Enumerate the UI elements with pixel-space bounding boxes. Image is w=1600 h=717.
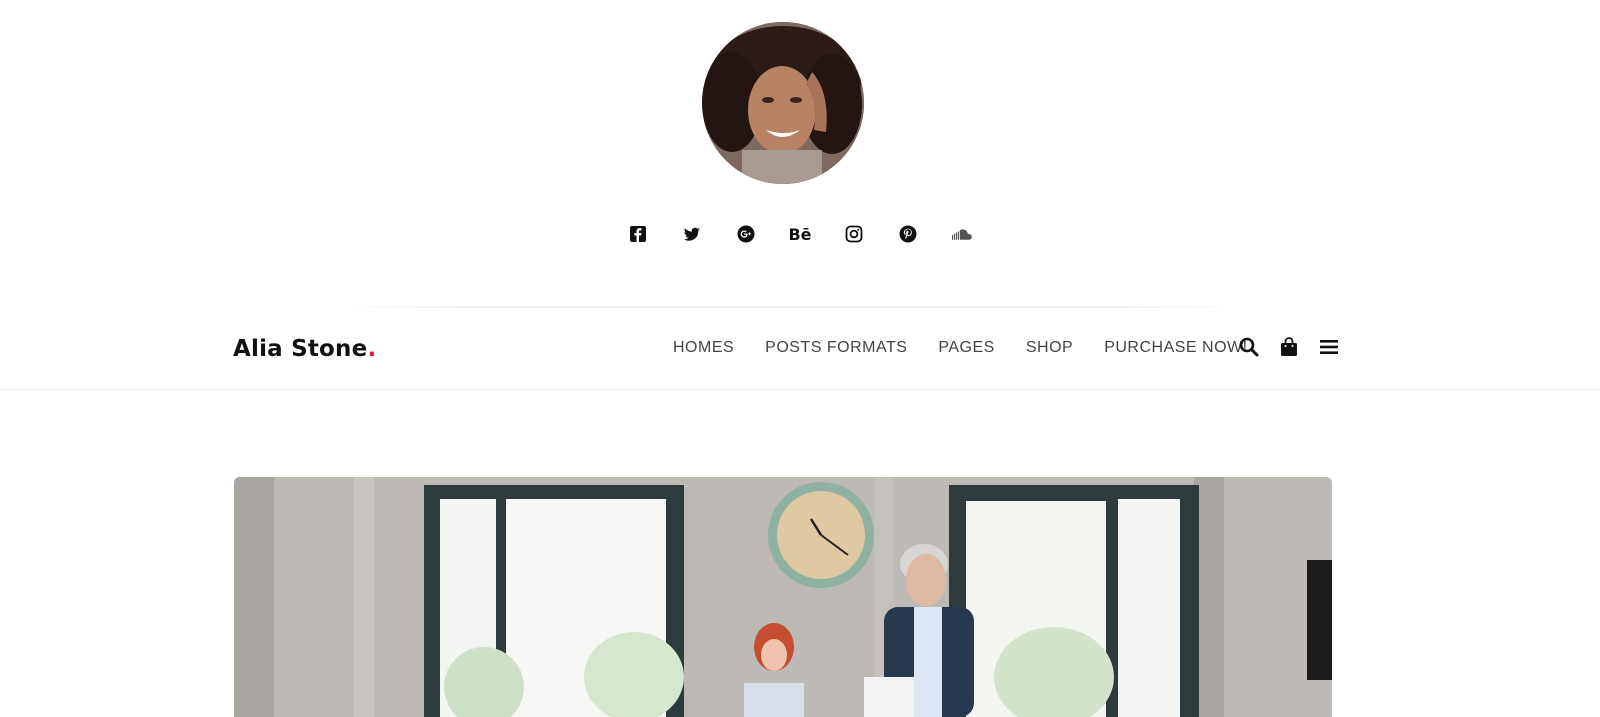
soundcloud-icon[interactable]	[950, 222, 974, 246]
main-nav: HOMES POSTS FORMATS PAGES SHOP PURCHASE …	[673, 339, 1248, 357]
profile-avatar	[702, 22, 864, 184]
pinterest-icon[interactable]	[896, 222, 920, 246]
nav-item-homes[interactable]: HOMES	[673, 339, 734, 357]
logo-dot: .	[367, 336, 377, 362]
nav-item-shop[interactable]: SHOP	[1026, 339, 1073, 357]
google-plus-icon[interactable]	[734, 222, 758, 246]
social-links: Bē	[0, 222, 1600, 246]
nav-item-pages[interactable]: PAGES	[938, 339, 994, 357]
site-logo[interactable]: Alia Stone.	[233, 336, 376, 362]
menu-icon[interactable]	[1318, 336, 1340, 358]
header-tools	[1238, 336, 1340, 358]
logo-text: Alia Stone	[233, 336, 368, 362]
shopping-bag-icon[interactable]	[1278, 336, 1300, 358]
twitter-icon[interactable]	[680, 222, 704, 246]
site-header: Alia Stone. HOMES POSTS FORMATS PAGES SH…	[0, 309, 1600, 390]
section-divider	[330, 306, 1250, 308]
search-icon[interactable]	[1238, 336, 1260, 358]
featured-image	[234, 477, 1332, 717]
instagram-icon[interactable]	[842, 222, 866, 246]
nav-item-purchase-now[interactable]: PURCHASE NOW!	[1104, 339, 1247, 357]
nav-item-posts-formats[interactable]: POSTS FORMATS	[765, 339, 907, 357]
behance-icon[interactable]: Bē	[788, 222, 812, 246]
facebook-icon[interactable]	[626, 222, 650, 246]
